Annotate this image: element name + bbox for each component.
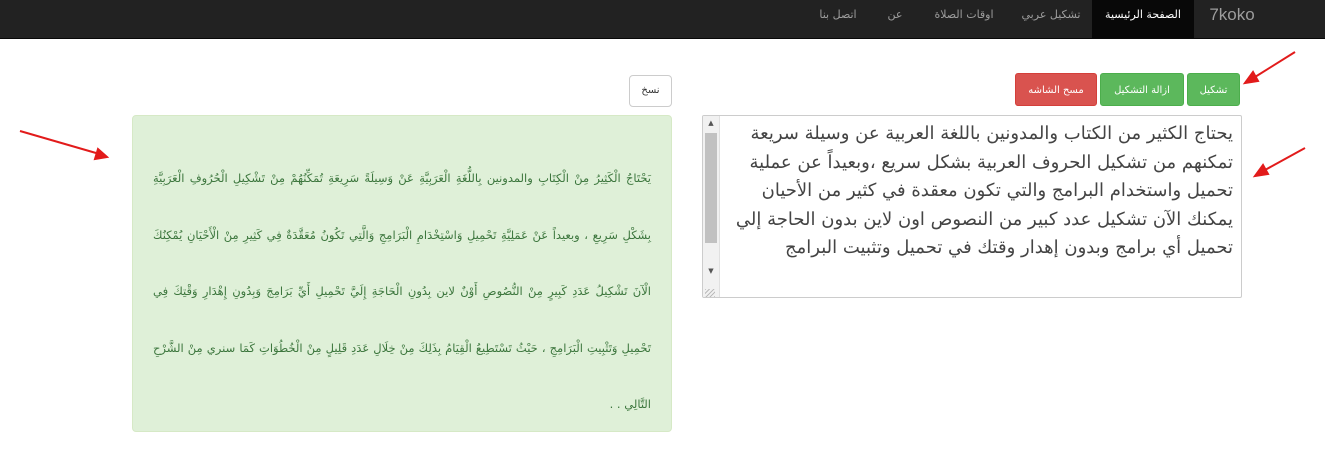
arrow-icon bbox=[1252, 147, 1306, 178]
arrow-icon bbox=[19, 130, 110, 161]
arrow-icon bbox=[1242, 51, 1296, 85]
annotation-arrows bbox=[19, 51, 1306, 178]
